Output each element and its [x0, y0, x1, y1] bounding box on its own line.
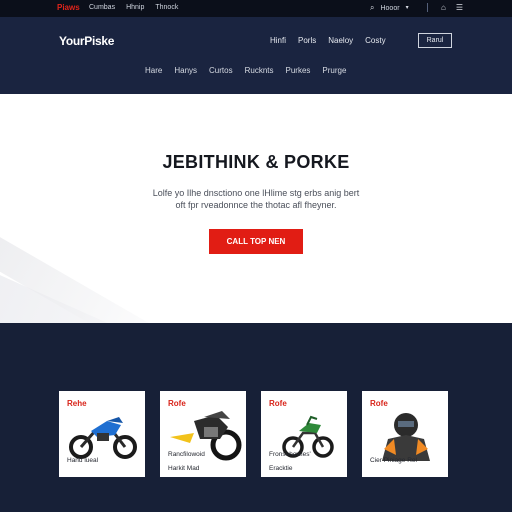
utility-search[interactable]: ⌕ Hooor ▾ — [370, 3, 409, 13]
product-tag: Rofe — [370, 399, 388, 408]
search-icon[interactable]: ⌕ — [370, 3, 374, 13]
product-tag: Rofe — [168, 399, 186, 408]
subnav-item-1[interactable]: Hare — [145, 66, 162, 75]
utility-bar: Piaws Cumbas Hhnip Thnock ⌕ Hooor ▾ ⌂ ☰ — [0, 0, 512, 17]
product-caption-2: Eracktie — [269, 465, 293, 472]
cart-icon[interactable]: ☰ — [456, 3, 463, 13]
sub-nav: Hare Hanys Curtos Rucknts Purkes Prurge — [145, 66, 346, 75]
bookmark-icon[interactable]: ⌂ — [441, 3, 446, 13]
subnav-item-2[interactable]: Hanys — [174, 66, 197, 75]
product-card[interactable]: Rofe Rancfilowoid Harkit Mad — [160, 391, 246, 477]
product-caption: Fronsehowies' — [269, 451, 311, 458]
nav-item-4[interactable]: Costy — [365, 36, 385, 45]
hero-cta-button[interactable]: CALL TOP NEN — [209, 229, 303, 254]
product-caption-2: Harkit Mad — [168, 465, 200, 472]
utility-icons: ⌂ ☰ — [424, 3, 463, 13]
site-header: YourPiske Hinfi Porls Naeloy Costy Rarul… — [0, 17, 512, 94]
hero-description-line-2: oft fpr rveadonnce the thotac afl fheyne… — [175, 200, 337, 210]
product-card[interactable]: Rofe Cier Piniage Rel — [362, 391, 448, 477]
product-card[interactable]: Rehe Hand lueal — [59, 391, 145, 477]
product-section: Rehe Hand lueal Rofe Rancfilowoid Harkit… — [0, 323, 512, 512]
utility-link-2[interactable]: Hhnip — [126, 4, 144, 11]
subnav-item-5[interactable]: Purkes — [286, 66, 311, 75]
hero-section: JEBITHINK & PORKE Lolfe yo Ilhe dnsction… — [0, 94, 512, 323]
header-cta-button[interactable]: Rarul — [418, 33, 452, 48]
product-tag: Rehe — [67, 399, 87, 408]
hero-title: JEBITHINK & PORKE — [162, 152, 350, 172]
nav-item-3[interactable]: Naeloy — [328, 36, 353, 45]
site-logo[interactable]: YourPiske — [59, 34, 114, 48]
nav-item-1[interactable]: Hinfi — [270, 36, 286, 45]
utility-search-label[interactable]: Hooor — [380, 5, 399, 12]
main-nav: Hinfi Porls Naeloy Costy — [270, 36, 386, 45]
subnav-item-4[interactable]: Rucknts — [245, 66, 274, 75]
product-caption: Cier Piniage Rel — [370, 457, 417, 464]
product-tag: Rofe — [269, 399, 287, 408]
product-caption: Rancfilowoid — [168, 451, 205, 458]
utility-links: Cumbas Hhnip Thnock — [89, 4, 178, 11]
subnav-item-3[interactable]: Curtos — [209, 66, 233, 75]
motorcycle-image — [69, 417, 137, 459]
hero-description-line-1: Lolfe yo Ilhe dnsctiono one lHlime stg e… — [152, 188, 360, 198]
divider — [427, 3, 428, 12]
hero-description: Lolfe yo Ilhe dnsctiono one lHlime stg e… — [136, 187, 376, 211]
product-caption: Hand lueal — [67, 457, 99, 464]
subnav-item-6[interactable]: Prurge — [322, 66, 346, 75]
nav-item-2[interactable]: Porls — [298, 36, 316, 45]
utility-brand[interactable]: Piaws — [57, 3, 80, 12]
product-card[interactable]: Rofe Fronsehowies' Eracktie — [261, 391, 347, 477]
chevron-down-icon[interactable]: ▾ — [406, 3, 409, 13]
utility-link-1[interactable]: Cumbas — [89, 4, 115, 11]
rider-image — [382, 413, 430, 461]
utility-link-3[interactable]: Thnock — [155, 4, 178, 11]
